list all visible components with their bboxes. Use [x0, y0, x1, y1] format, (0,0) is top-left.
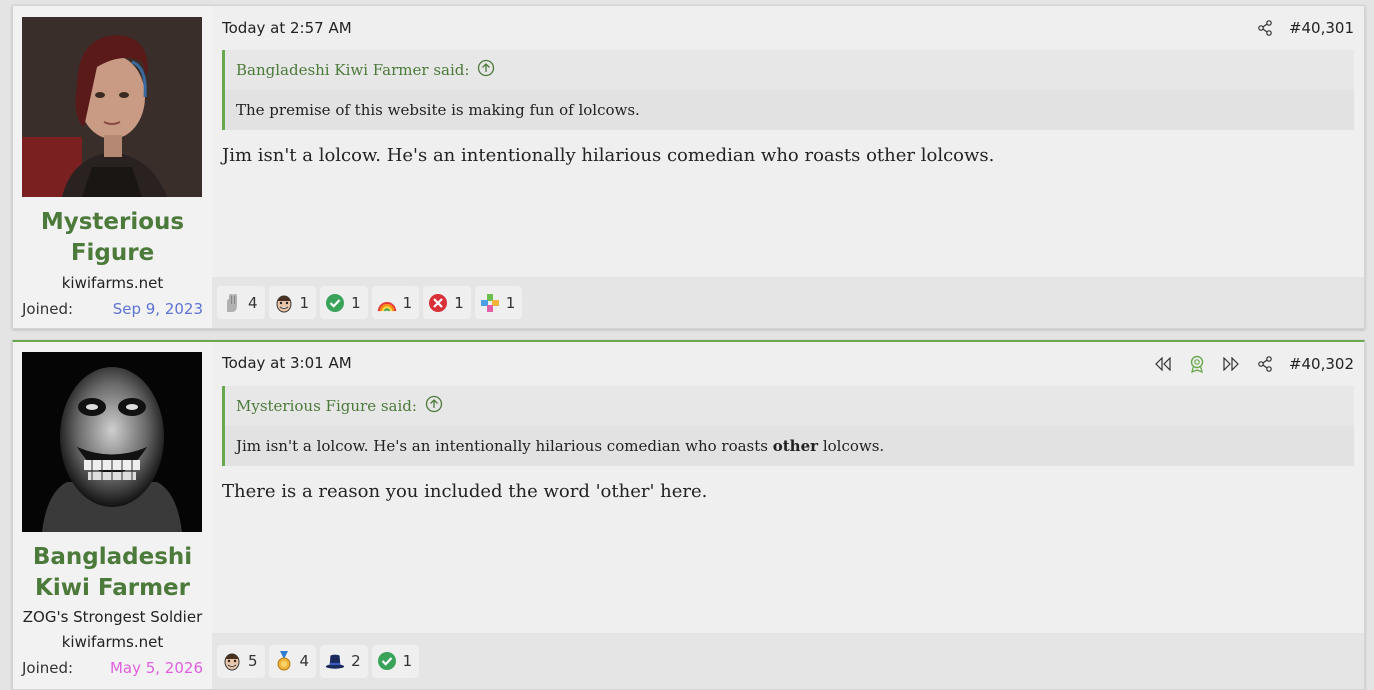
joined-row: Joined: Sep 9, 2023 — [22, 300, 203, 318]
quote-text: The premise of this website is making fu… — [225, 90, 1354, 130]
share-icon[interactable] — [1255, 18, 1275, 38]
reaction-count: 4 — [248, 293, 258, 312]
quote-author[interactable]: Mysterious Figure said: — [236, 397, 417, 415]
reaction-count: 1 — [299, 293, 310, 312]
quote-text-after: lolcows. — [818, 437, 885, 455]
reaction[interactable]: 1 — [371, 644, 420, 678]
reaction[interactable]: 1 — [371, 286, 420, 319]
reaction[interactable]: 4 — [217, 286, 265, 319]
post-number[interactable]: #40,302 — [1289, 355, 1354, 373]
quote-header[interactable]: Bangladeshi Kiwi Farmer said: — [225, 50, 1354, 90]
reaction-count: 1 — [505, 293, 516, 312]
joined-date: May 5, 2026 — [109, 659, 203, 677]
user-title: ZOG's Strongest Soldier — [22, 608, 203, 626]
user-panel: Mysterious Figure kiwifarms.net Joined: … — [13, 6, 212, 328]
arrow-up-circle-icon[interactable] — [425, 395, 443, 417]
reaction-count: 5 — [248, 652, 258, 670]
joined-row: Joined: May 5, 2026 — [22, 659, 203, 677]
reaction-count: 1 — [454, 293, 464, 312]
user-site: kiwifarms.net — [61, 633, 164, 651]
checkmark-icon — [377, 651, 397, 671]
joined-label: Joined: — [22, 659, 74, 677]
reaction-count: 1 — [351, 293, 361, 312]
post-message: There is a reason you included the word … — [222, 481, 708, 502]
post-actions: #40,302 — [1153, 354, 1354, 374]
puzzle-icon — [480, 293, 500, 313]
arrow-up-circle-icon[interactable] — [477, 59, 495, 81]
fast-forward-icon[interactable] — [1221, 354, 1241, 374]
face-icon — [274, 293, 294, 313]
share-icon[interactable] — [1255, 354, 1275, 374]
post: Bangladeshi Kiwi Farmer ZOG's Strongest … — [12, 340, 1365, 690]
reaction[interactable]: 1 — [474, 286, 523, 319]
medal-icon — [274, 651, 294, 671]
quote-text-bold: other — [772, 437, 819, 455]
avatar[interactable] — [22, 17, 202, 197]
award-icon[interactable] — [1187, 354, 1207, 374]
reaction-count: 4 — [299, 652, 310, 670]
hand-icon — [222, 293, 242, 313]
quote-block: Bangladeshi Kiwi Farmer said: The premis… — [222, 50, 1354, 130]
avatar[interactable] — [22, 352, 202, 532]
x-icon — [428, 293, 448, 313]
user-site: kiwifarms.net — [61, 274, 164, 292]
reactions-bar: 4 1 1 1 1 1 — [212, 277, 1364, 328]
reactions-bar: 5 4 2 1 — [212, 633, 1364, 689]
joined-label: Joined: — [22, 300, 74, 318]
joined-date: Sep 9, 2023 — [112, 300, 203, 318]
reaction-count: 2 — [351, 652, 361, 670]
quote-header[interactable]: Mysterious Figure said: — [225, 386, 1354, 426]
reaction-count: 1 — [402, 652, 413, 670]
user-panel: Bangladeshi Kiwi Farmer ZOG's Strongest … — [13, 342, 212, 689]
post-timestamp[interactable]: Today at 3:01 AM — [222, 354, 352, 372]
reaction[interactable]: 5 — [217, 644, 265, 678]
rainbow-icon — [377, 293, 397, 313]
checkmark-icon — [325, 293, 345, 313]
top-hat-icon — [325, 651, 345, 671]
reaction[interactable]: 1 — [423, 286, 471, 319]
post: Mysterious Figure kiwifarms.net Joined: … — [12, 5, 1365, 329]
reaction[interactable]: 4 — [268, 644, 317, 678]
post-message: Jim isn't a lolcow. He's an intentionall… — [222, 145, 995, 166]
rewind-icon[interactable] — [1153, 354, 1173, 374]
quote-block: Mysterious Figure said: Jim isn't a lolc… — [222, 386, 1354, 466]
reaction[interactable]: 1 — [268, 286, 317, 319]
quote-text: Jim isn't a lolcow. He's an intentionall… — [225, 426, 1354, 466]
quote-author[interactable]: Bangladeshi Kiwi Farmer said: — [236, 61, 469, 79]
post-actions: #40,301 — [1255, 18, 1354, 38]
username[interactable]: Mysterious Figure — [13, 207, 212, 269]
reaction[interactable]: 2 — [320, 644, 368, 678]
username[interactable]: Bangladeshi Kiwi Farmer — [13, 542, 212, 604]
reaction-count: 1 — [402, 293, 413, 312]
post-number[interactable]: #40,301 — [1289, 19, 1354, 37]
post-timestamp[interactable]: Today at 2:57 AM — [222, 19, 352, 37]
reaction[interactable]: 1 — [320, 286, 368, 319]
face-icon — [222, 651, 242, 671]
quote-text-before: Jim isn't a lolcow. He's an intentionall… — [236, 437, 773, 455]
